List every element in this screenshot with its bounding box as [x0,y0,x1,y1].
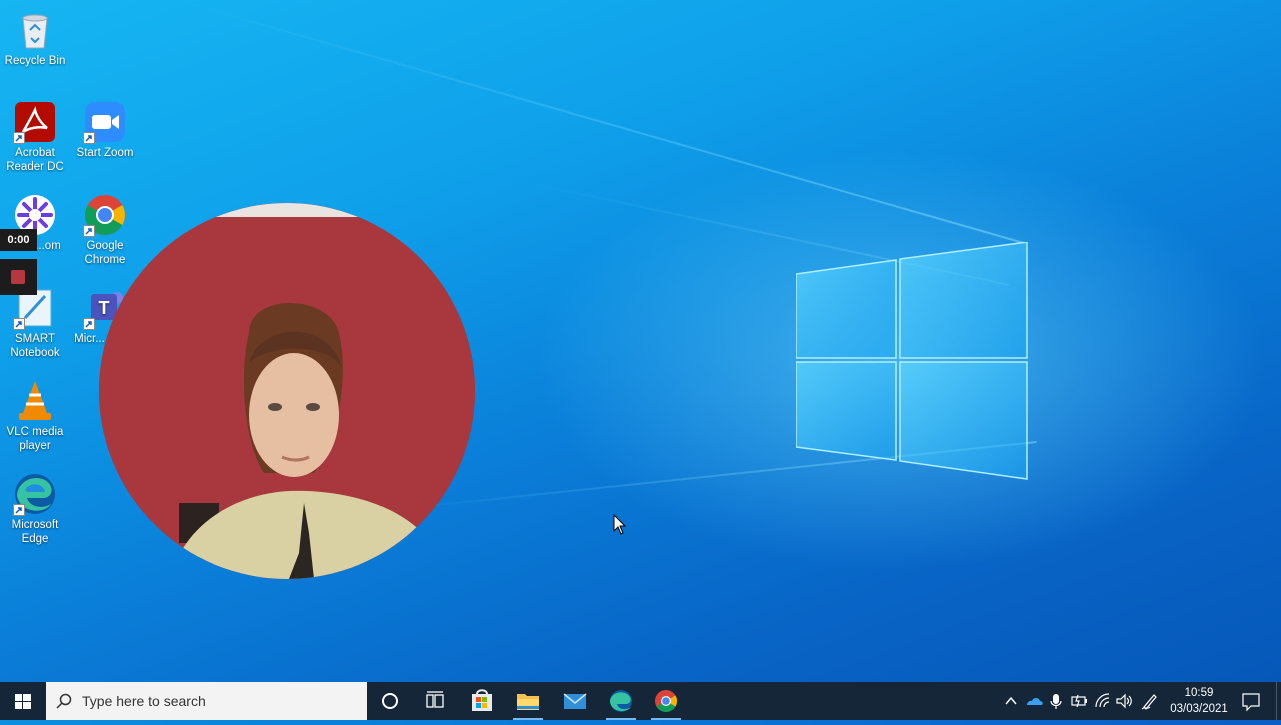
desktop-icon-label: Microsoft Edge [11,519,59,545]
desktop-icon-vlc[interactable]: VLC media player [0,379,70,453]
clock-date: 03/03/2021 [1170,703,1228,715]
acrobat-icon [13,100,57,144]
chrome-icon [655,690,677,712]
windows-start-icon [15,694,31,709]
stop-recording-button[interactable] [0,259,37,295]
network-tray-button[interactable] [1091,682,1113,720]
svg-text:T: T [99,298,110,318]
desktop[interactable]: Recycle Bin Acrobat Reader DC Start Zoom [0,0,1281,682]
search-icon [56,693,72,709]
onedrive-icon [1027,698,1043,705]
desktop-icon-microsoft-edge[interactable]: Microsoft Edge [0,472,70,546]
desktop-icon-smart-notebook[interactable]: SMART Notebook [0,286,70,360]
pen-icon [1141,694,1157,710]
pen-workspace-tray-button[interactable] [1138,682,1160,720]
stop-icon [11,270,25,284]
clock-time: 10:59 [1184,687,1214,699]
desktop-icon-label: Start Zoom [76,147,134,159]
show-desktop-button[interactable] [1276,682,1281,720]
chrome-icon [83,193,127,237]
task-view-button[interactable] [412,682,458,720]
mouse-cursor-icon [613,514,627,535]
desktop-icon-recycle-bin[interactable]: Recycle Bin [0,8,70,68]
microphone-tray-button[interactable] [1045,682,1067,720]
show-hidden-icons-button[interactable] [1000,682,1022,720]
desktop-icon-label: Recycle Bin [4,55,66,67]
battery-icon [1071,694,1087,708]
taskbar-edge[interactable] [598,682,644,720]
wifi-icon [1095,693,1110,708]
taskbar-chrome[interactable] [643,682,689,720]
taskbar-search-box[interactable]: Type here to search [46,682,367,720]
vlc-icon [13,379,57,423]
file-explorer-icon [517,694,539,710]
taskbar: Type here to search 10:59 03/03/2021 [0,682,1281,720]
action-center-button[interactable] [1238,682,1264,720]
desktop-icon-start-zoom[interactable]: Start Zoom [70,100,140,160]
desktop-icon-acrobat[interactable]: Acrobat Reader DC [0,100,70,174]
store-icon [472,689,492,711]
task-view-icon [426,691,444,708]
webcam-feed-image [99,203,475,579]
taskbar-mail[interactable] [552,682,598,720]
desktop-icon-google-chrome[interactable]: Google Chrome [70,193,140,267]
desktop-icon-label: SMART Notebook [10,333,60,359]
webcam-overlay[interactable] [99,203,475,579]
start-button[interactable] [0,682,46,720]
edge-icon [610,690,632,712]
volume-icon [1116,693,1132,709]
zoom-icon [83,100,127,144]
taskbar-clock[interactable]: 10:59 03/03/2021 [1164,685,1234,717]
microphone-icon [1050,694,1062,709]
battery-tray-button[interactable] [1068,682,1090,720]
windows-logo [796,242,1028,480]
mail-icon [563,693,587,709]
recycle-bin-icon [13,8,57,52]
recording-timer: 0:00 [0,229,37,251]
onedrive-tray-button[interactable] [1023,682,1045,720]
taskbar-store[interactable] [459,682,505,720]
search-placeholder: Type here to search [82,693,206,709]
volume-tray-button[interactable] [1113,682,1135,720]
edge-icon [13,472,57,516]
desktop-icon-label: Acrobat Reader DC [6,147,64,173]
taskbar-file-explorer[interactable] [505,682,551,720]
chevron-up-icon [1005,696,1017,705]
desktop-icon-label: Google Chrome [84,240,126,266]
cortana-button[interactable] [367,682,413,720]
desktop-icon-label: VLC media player [6,426,64,452]
cortana-icon [382,693,398,709]
notification-icon [1242,693,1260,712]
